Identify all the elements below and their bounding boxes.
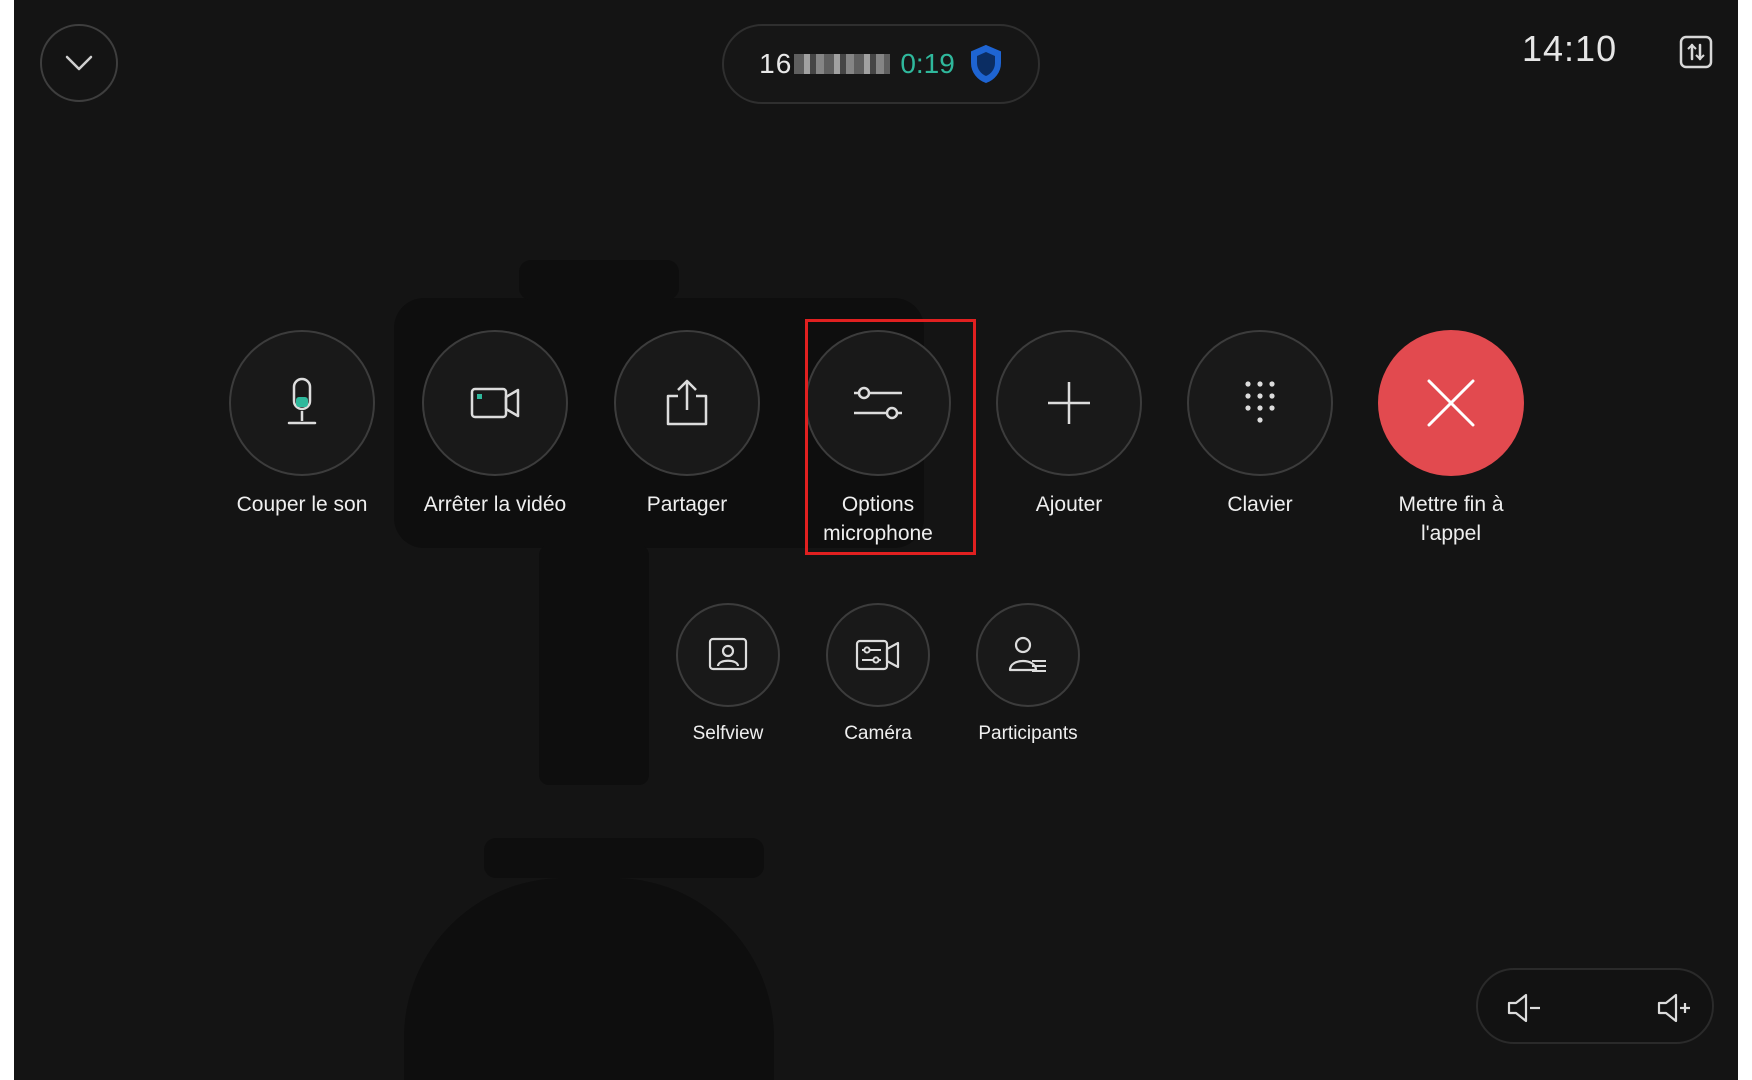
add-button[interactable] [996, 330, 1142, 476]
video-camera-icon [470, 387, 520, 419]
layout-button[interactable] [1678, 34, 1714, 70]
add-label: Ajouter [1035, 493, 1103, 516]
background-shadow [539, 545, 649, 785]
volume-up-icon [1657, 993, 1690, 1023]
stop-video-label: Arrêter la vidéo [423, 493, 567, 516]
background-shadow [519, 260, 679, 300]
selfview-icon [708, 637, 748, 671]
volume-panel [1476, 968, 1714, 1044]
stop-video-control[interactable]: Arrêter la vidéo [405, 330, 585, 519]
call-number: 16 [759, 48, 793, 79]
redacted-number [794, 54, 891, 74]
call-duration: 0:19 [900, 48, 955, 79]
camera-control-icon [855, 639, 900, 671]
call-screen: 16 0:19 14:10 Couper le son Arrêter la v… [14, 0, 1738, 1080]
share-button[interactable] [614, 330, 760, 476]
end-call-label: Mettre fin à l'appel [1361, 490, 1541, 548]
end-call-label-line1: Mettre fin à [1398, 493, 1504, 516]
call-info-pill[interactable]: 16 0:19 [722, 24, 1040, 104]
background-shadow [484, 838, 764, 878]
mute-button[interactable] [229, 330, 375, 476]
share-icon [666, 379, 708, 426]
keypad-label: Clavier [1227, 493, 1293, 516]
volume-down-button[interactable] [1504, 988, 1544, 1028]
participants-icon [1008, 636, 1046, 672]
mute-control[interactable]: Couper le son [212, 330, 392, 519]
keypad-control[interactable]: Clavier [1170, 330, 1350, 519]
selfview-button[interactable] [676, 603, 780, 707]
layout-icon [1679, 35, 1713, 69]
stop-video-button[interactable] [422, 330, 568, 476]
camera-control-button[interactable] [826, 603, 930, 707]
collapse-button[interactable] [40, 24, 118, 102]
chevron-down-icon [65, 55, 93, 71]
close-icon [1427, 379, 1475, 427]
highlight-box [805, 319, 976, 555]
add-control[interactable]: Ajouter [979, 330, 1159, 519]
shield-icon [970, 44, 1001, 84]
keypad-icon [1245, 381, 1275, 423]
participants-control[interactable]: Participants [938, 603, 1118, 748]
participants-button[interactable] [976, 603, 1080, 707]
participants-label: Participants [978, 723, 1078, 744]
volume-down-icon [1507, 993, 1540, 1023]
clock: 14:10 [1522, 28, 1618, 69]
end-call-control[interactable]: Mettre fin à l'appel [1361, 330, 1541, 548]
microphone-icon [287, 377, 317, 425]
background-shadow [404, 878, 774, 1080]
mute-label: Couper le son [236, 493, 368, 516]
volume-up-button[interactable] [1654, 988, 1694, 1028]
plus-icon [1048, 382, 1090, 424]
keypad-button[interactable] [1187, 330, 1333, 476]
end-call-button[interactable] [1378, 330, 1524, 476]
share-label: Partager [646, 493, 728, 516]
end-call-label-line2: l'appel [1420, 522, 1482, 545]
share-control[interactable]: Partager [597, 330, 777, 519]
